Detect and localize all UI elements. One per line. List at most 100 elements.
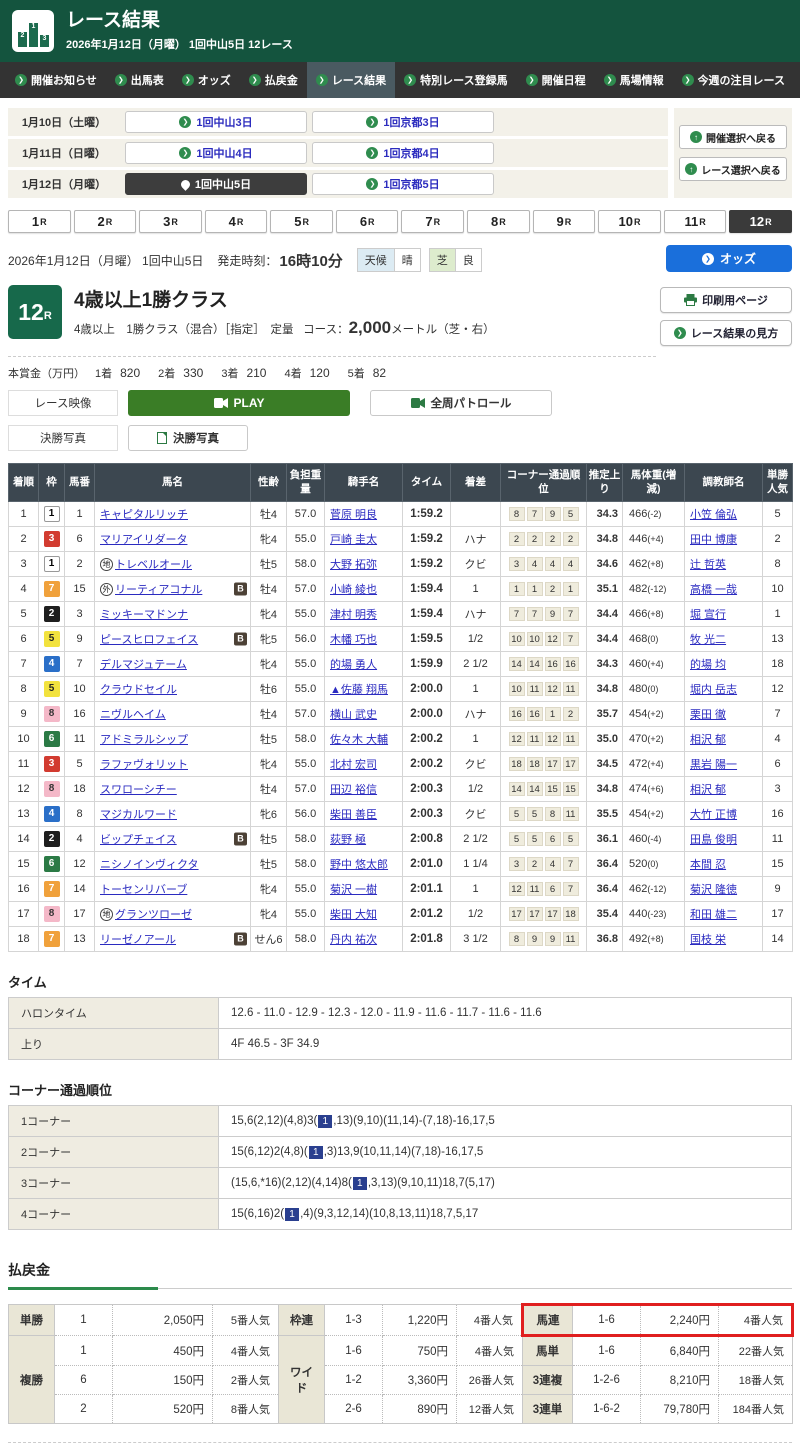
jockey-link[interactable]: 大野 拓弥	[330, 559, 377, 571]
trainer-link[interactable]: 小笠 倫弘	[690, 509, 737, 521]
patrol-video-button[interactable]: 全周パトロール	[370, 390, 552, 416]
play-video-button[interactable]: PLAY	[128, 390, 350, 416]
horse-name-link[interactable]: マリアイリダータ	[100, 534, 187, 546]
jockey-link[interactable]: 津村 明秀	[330, 609, 377, 621]
tab-race-1[interactable]: 1R	[8, 210, 71, 233]
jockey-link[interactable]: 北村 宏司	[330, 759, 377, 771]
horse-name-link[interactable]: クラウドセイル	[100, 684, 177, 696]
tab-race-11[interactable]: 11R	[664, 210, 727, 233]
print-page-button[interactable]: 印刷用ページ	[660, 287, 792, 313]
horse-name-link[interactable]: リーゼノアール	[100, 934, 176, 946]
meeting-button-nakayama3[interactable]: ❯1回中山3日	[125, 111, 307, 133]
horse-name-link[interactable]: ニシノインヴィクタ	[100, 859, 199, 871]
horse-name-link[interactable]: ビップチェイス	[100, 834, 177, 846]
horse-name-link[interactable]: スワローシチー	[100, 784, 177, 796]
nav-item-haraimodoshi[interactable]: ❯払戻金	[240, 62, 307, 98]
back-button-panel: ↑開催選択へ戻る ↑レース選択へ戻る	[674, 108, 792, 198]
jockey-link[interactable]: 柴田 大知	[330, 909, 377, 921]
trainer-link[interactable]: 国枝 栄	[690, 934, 726, 946]
horse-name-link[interactable]: ニヴルヘイム	[100, 709, 166, 721]
nav-item-chumoku-race[interactable]: ❯今週の注目レース	[673, 62, 794, 98]
jockey-link[interactable]: 横山 武史	[330, 709, 377, 721]
horse-number: 10	[65, 677, 95, 702]
meeting-button-kyoto4[interactable]: ❯1回京都4日	[312, 142, 494, 164]
nav-item-kaisai-oshirase[interactable]: ❯開催お知らせ	[6, 62, 106, 98]
combo: 1	[55, 1336, 113, 1366]
meeting-button-nakayama5-selected[interactable]: 1回中山5日	[125, 173, 307, 195]
trainer-link[interactable]: 辻 哲英	[690, 559, 726, 571]
jockey-link[interactable]: 野中 悠太郎	[330, 859, 388, 871]
result-guide-button[interactable]: ❯レース結果の見方	[660, 320, 792, 346]
jockey-link[interactable]: 的場 勇人	[330, 659, 377, 671]
trainer-link[interactable]: 相沢 郁	[690, 734, 726, 746]
horse-name-link[interactable]: トレベルオール	[115, 559, 192, 571]
horse-name-link[interactable]: マジカルワード	[100, 809, 177, 821]
horse-name-link[interactable]: デルマジュテーム	[100, 659, 187, 671]
meeting-button-kyoto5[interactable]: ❯1回京都5日	[312, 173, 494, 195]
jockey-link[interactable]: 丹内 祐次	[330, 934, 377, 946]
corner-pos-box: 5	[527, 832, 543, 846]
corner-positions: 14141616	[501, 652, 587, 677]
tab-race-3[interactable]: 3R	[139, 210, 202, 233]
body-weight: 470(+2)	[623, 727, 685, 752]
sex-age: 牡6	[251, 677, 287, 702]
trainer-link[interactable]: 黒岩 陽一	[690, 759, 737, 771]
jockey-link[interactable]: 小崎 綾也	[330, 584, 377, 596]
tab-race-8[interactable]: 8R	[467, 210, 530, 233]
meeting-button-kyoto3[interactable]: ❯1回京都3日	[312, 111, 494, 133]
finish-photo-button[interactable]: 決勝写真	[128, 425, 248, 451]
corner-label: 2コーナー	[9, 1137, 219, 1168]
trainer-link[interactable]: 牧 光二	[690, 634, 726, 646]
nav-item-tokubetsu-toroku[interactable]: ❯特別レース登録馬	[395, 62, 516, 98]
horse-name-link[interactable]: ピースヒロフェイス	[100, 634, 198, 646]
jockey-link[interactable]: 戸崎 圭太	[330, 534, 377, 546]
trainer-link[interactable]: 本間 忍	[690, 859, 726, 871]
horse-name-link[interactable]: アドミラルシップ	[100, 734, 188, 746]
horse-name-link[interactable]: リーティアコナル	[115, 584, 202, 596]
jockey-link[interactable]: 柴田 善臣	[330, 809, 377, 821]
nav-item-race-kekka[interactable]: ❯レース結果	[307, 62, 395, 98]
horse-name-link[interactable]: グランツローゼ	[115, 909, 192, 921]
trainer-link[interactable]: 高橋 一哉	[690, 584, 737, 596]
back-to-meeting-select-button[interactable]: ↑開催選択へ戻る	[679, 125, 787, 149]
jockey-link[interactable]: ▲佐藤 翔馬	[330, 684, 388, 696]
horse-name-link[interactable]: ラファヴォリット	[100, 759, 188, 771]
trainer-link[interactable]: 菊沢 隆徳	[690, 884, 737, 896]
trainer-link[interactable]: 田中 博康	[690, 534, 737, 546]
corner-pos-box: 17	[545, 757, 561, 771]
tab-race-6[interactable]: 6R	[336, 210, 399, 233]
jockey-link[interactable]: 佐々木 大輔	[330, 734, 388, 746]
trainer-link[interactable]: 大竹 正博	[690, 809, 737, 821]
tab-race-12-active[interactable]: 12R	[729, 210, 792, 233]
jockey-link[interactable]: 荻野 極	[330, 834, 366, 846]
odds-button[interactable]: ❯オッズ	[666, 245, 792, 272]
trainer-link[interactable]: 和田 雄二	[690, 909, 737, 921]
trainer-link[interactable]: 栗田 徹	[690, 709, 726, 721]
jockey-link[interactable]: 田辺 裕信	[330, 784, 377, 796]
trainer-link[interactable]: 堀 宣行	[690, 609, 726, 621]
jockey-link[interactable]: 木幡 巧也	[330, 634, 377, 646]
nav-item-shutsubahyo[interactable]: ❯出馬表	[106, 62, 173, 98]
tab-race-2[interactable]: 2R	[74, 210, 137, 233]
horse-name-link[interactable]: ミッキーマドンナ	[100, 609, 188, 621]
jockey-link[interactable]: 菊沢 一樹	[330, 884, 377, 896]
trainer-link[interactable]: 田島 俊明	[690, 834, 737, 846]
tab-race-7[interactable]: 7R	[401, 210, 464, 233]
horse-name-link[interactable]: トーセンリバーブ	[100, 884, 187, 896]
horse-name-link[interactable]: キャピタルリッチ	[100, 509, 188, 521]
trainer-link[interactable]: 的場 均	[690, 659, 726, 671]
nav-item-odds[interactable]: ❯オッズ	[173, 62, 240, 98]
back-to-race-select-button[interactable]: ↑レース選択へ戻る	[679, 157, 787, 181]
meeting-button-nakayama4[interactable]: ❯1回中山4日	[125, 142, 307, 164]
nav-item-kaisai-nittei[interactable]: ❯開催日程	[517, 62, 595, 98]
tab-race-4[interactable]: 4R	[205, 210, 268, 233]
trainer-link[interactable]: 相沢 郁	[690, 784, 726, 796]
tab-race-10[interactable]: 10R	[598, 210, 661, 233]
trainer-link[interactable]: 堀内 岳志	[690, 684, 737, 696]
tab-race-5[interactable]: 5R	[270, 210, 333, 233]
jockey-link[interactable]: 菅原 明良	[330, 509, 377, 521]
tab-race-9[interactable]: 9R	[533, 210, 596, 233]
turf-label: 芝	[429, 248, 455, 272]
payout-amount: 150円	[113, 1366, 213, 1395]
nav-item-baba-joho[interactable]: ❯馬場情報	[595, 62, 673, 98]
